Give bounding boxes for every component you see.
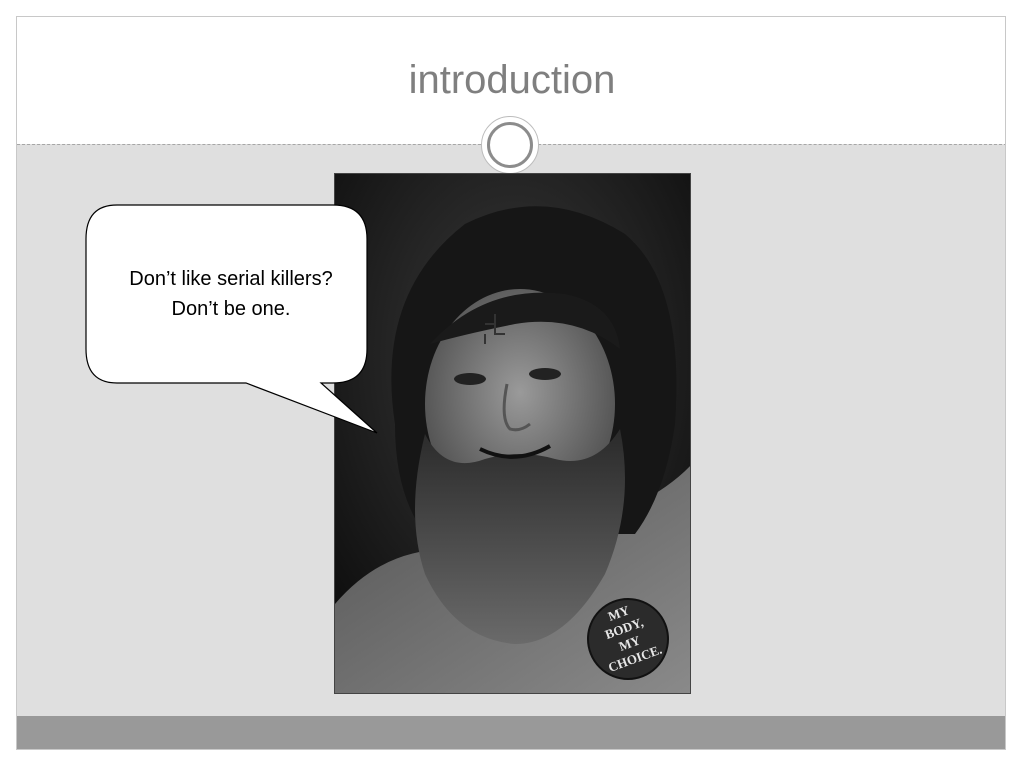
slide-title: introduction [408, 58, 616, 102]
portrait-photo: MY BODY, MY CHOICE. [334, 173, 691, 694]
footer-band [17, 716, 1005, 749]
portrait-illustration: MY BODY, MY CHOICE. [335, 174, 690, 693]
slide: introduction MY BODY, MY CHOICE. Don’t l… [16, 16, 1006, 750]
speech-bubble-shape [85, 204, 378, 434]
title-divider-inner-ring [487, 122, 533, 168]
speech-bubble-text: Don’t like serial killers? Don’t be one. [87, 264, 375, 324]
speech-bubble-line-1: Don’t like serial killers? [129, 268, 333, 290]
title-divider-circle-icon [481, 116, 539, 174]
speech-bubble-line-2: Don’t be one. [171, 298, 291, 320]
speech-bubble: Don’t like serial killers? Don’t be one. [81, 200, 381, 450]
